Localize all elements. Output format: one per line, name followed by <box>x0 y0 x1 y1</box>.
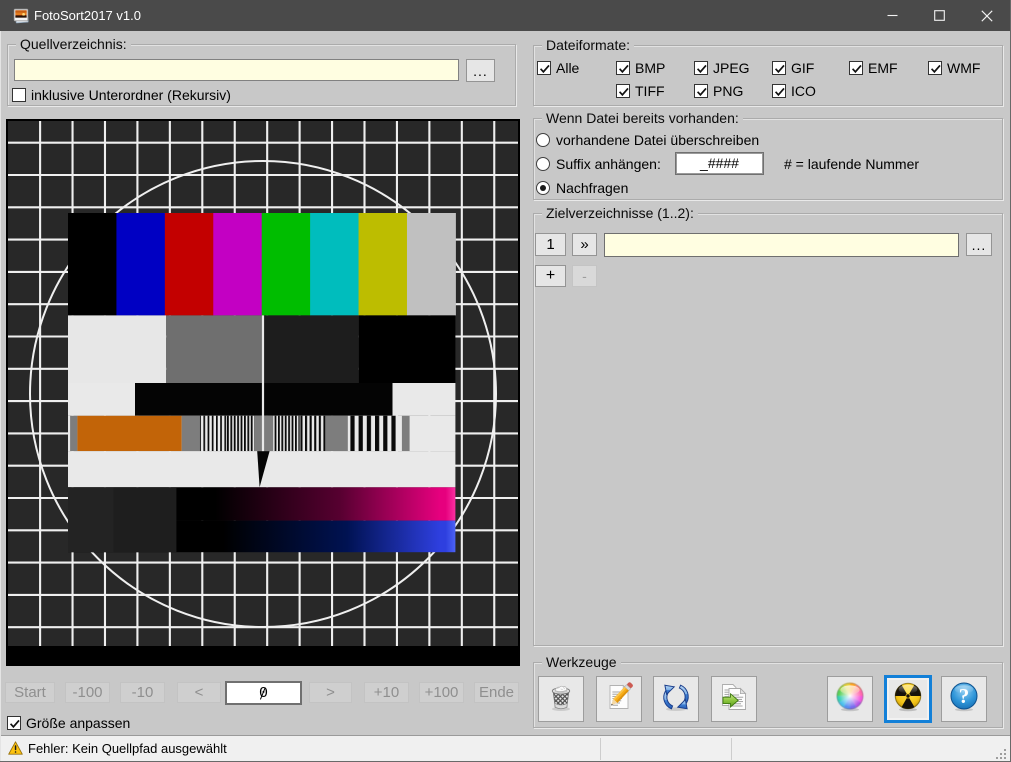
format-checkbox-gif[interactable] <box>772 61 786 75</box>
overwrite-radio[interactable] <box>536 133 550 147</box>
target-add-button[interactable]: + <box>535 265 566 287</box>
trash-icon <box>545 681 577 718</box>
source-browse-button[interactable]: ... <box>466 59 495 82</box>
format-label-gif: GIF <box>791 60 814 76</box>
nav-button-+100[interactable]: +100 <box>419 682 464 703</box>
refresh-tool-button[interactable] <box>653 676 699 722</box>
maximize-button[interactable] <box>916 0 963 31</box>
color-wheel-icon <box>834 681 866 718</box>
radiation-icon <box>892 681 924 718</box>
format-label-wmf: WMF <box>947 60 980 76</box>
format-checkbox-wmf[interactable] <box>928 61 942 75</box>
target-remove-button[interactable]: - <box>572 265 597 287</box>
tools-group-label: Werkzeuge <box>542 654 621 671</box>
format-label-jpeg: JPEG <box>713 60 750 76</box>
format-checkbox-alle[interactable] <box>537 61 551 75</box>
status-bar: Fehler: Kein Quellpfad ausgewählt <box>0 735 1010 762</box>
image-preview <box>6 119 520 666</box>
fit-size-checkbox-label: Größe anpassen <box>26 715 130 731</box>
ask-radio[interactable] <box>536 181 550 195</box>
format-checkbox-tiff[interactable] <box>616 84 630 98</box>
overwrite-radio-label: vorhandene Datei überschreiben <box>556 132 759 148</box>
format-label-ico: ICO <box>791 83 816 99</box>
status-separator <box>731 738 732 760</box>
suffix-input[interactable]: _#### <box>675 152 764 175</box>
copy-tool-button[interactable] <box>711 676 757 722</box>
target-index-button[interactable]: 1 <box>535 233 566 256</box>
source-group-label: Quellverzeichnis: <box>16 36 131 53</box>
suffix-radio[interactable] <box>536 157 550 171</box>
targets-group-label: Zielverzeichnisse (1..2): <box>542 205 698 222</box>
nav-button--10[interactable]: -10 <box>120 682 165 703</box>
conflict-group-label: Wenn Datei bereits vorhanden: <box>542 110 743 127</box>
format-label-tiff: TIFF <box>635 83 665 99</box>
app-window: FotoSort2017 v1.0 Quellverzeichnis: ... … <box>0 0 1011 762</box>
window-title: FotoSort2017 v1.0 <box>34 0 141 31</box>
warning-icon <box>8 741 23 755</box>
format-checkbox-emf[interactable] <box>849 61 863 75</box>
status-message: Fehler: Kein Quellpfad ausgewählt <box>28 736 227 762</box>
target-assign-button[interactable]: » <box>572 233 597 256</box>
radiation-tool-button[interactable] <box>884 675 932 723</box>
formats-group-label: Dateiformate: <box>542 37 634 54</box>
nav-button-Start[interactable]: Start <box>5 682 55 703</box>
format-label-alle: Alle <box>556 60 579 76</box>
refresh-icon <box>660 681 692 718</box>
recursive-checkbox[interactable] <box>12 88 26 102</box>
fit-size-checkbox[interactable] <box>7 716 21 730</box>
format-checkbox-jpeg[interactable] <box>694 61 708 75</box>
target-directories-group: Zielverzeichnisse (1..2): <box>533 213 1003 646</box>
resize-grip[interactable] <box>995 747 1007 759</box>
nav-button-+10[interactable]: +10 <box>364 682 409 703</box>
format-label-bmp: BMP <box>635 60 665 76</box>
suffix-radio-label: Suffix anhängen: <box>556 156 661 172</box>
recursive-checkbox-label: inklusive Unterordner (Rekursiv) <box>31 87 231 103</box>
close-button[interactable] <box>963 0 1011 31</box>
format-label-emf: EMF <box>868 60 898 76</box>
format-checkbox-ico[interactable] <box>772 84 786 98</box>
delete-tool-button[interactable] <box>538 676 584 722</box>
suffix-hint-label: # = laufende Nummer <box>784 156 919 172</box>
nav-button-Ende[interactable]: Ende <box>474 682 519 703</box>
nav-button->[interactable]: > <box>309 682 352 703</box>
ask-radio-label: Nachfragen <box>556 180 628 196</box>
color-wheel-tool-button[interactable] <box>827 676 873 722</box>
test-card-image <box>6 119 520 666</box>
format-checkbox-png[interactable] <box>694 84 708 98</box>
format-label-png: PNG <box>713 83 743 99</box>
help-icon: ? <box>948 681 980 718</box>
status-separator <box>600 738 601 760</box>
help-tool-button[interactable]: ? <box>941 676 987 722</box>
nav-button--100[interactable]: -100 <box>65 682 110 703</box>
image-counter-input[interactable]: 0 <box>225 681 302 705</box>
app-icon <box>13 7 30 24</box>
target-browse-button[interactable]: ... <box>966 233 992 256</box>
minimize-button[interactable] <box>869 0 916 31</box>
nav-button-<[interactable]: < <box>177 682 221 703</box>
format-checkbox-bmp[interactable] <box>616 61 630 75</box>
edit-icon <box>603 681 635 718</box>
window-edge <box>0 31 1 761</box>
target-path-input[interactable] <box>604 233 959 257</box>
title-bar: FotoSort2017 v1.0 <box>0 0 1010 31</box>
edit-tool-button[interactable] <box>596 676 642 722</box>
source-path-input[interactable] <box>14 59 459 81</box>
copy-icon <box>718 681 750 718</box>
